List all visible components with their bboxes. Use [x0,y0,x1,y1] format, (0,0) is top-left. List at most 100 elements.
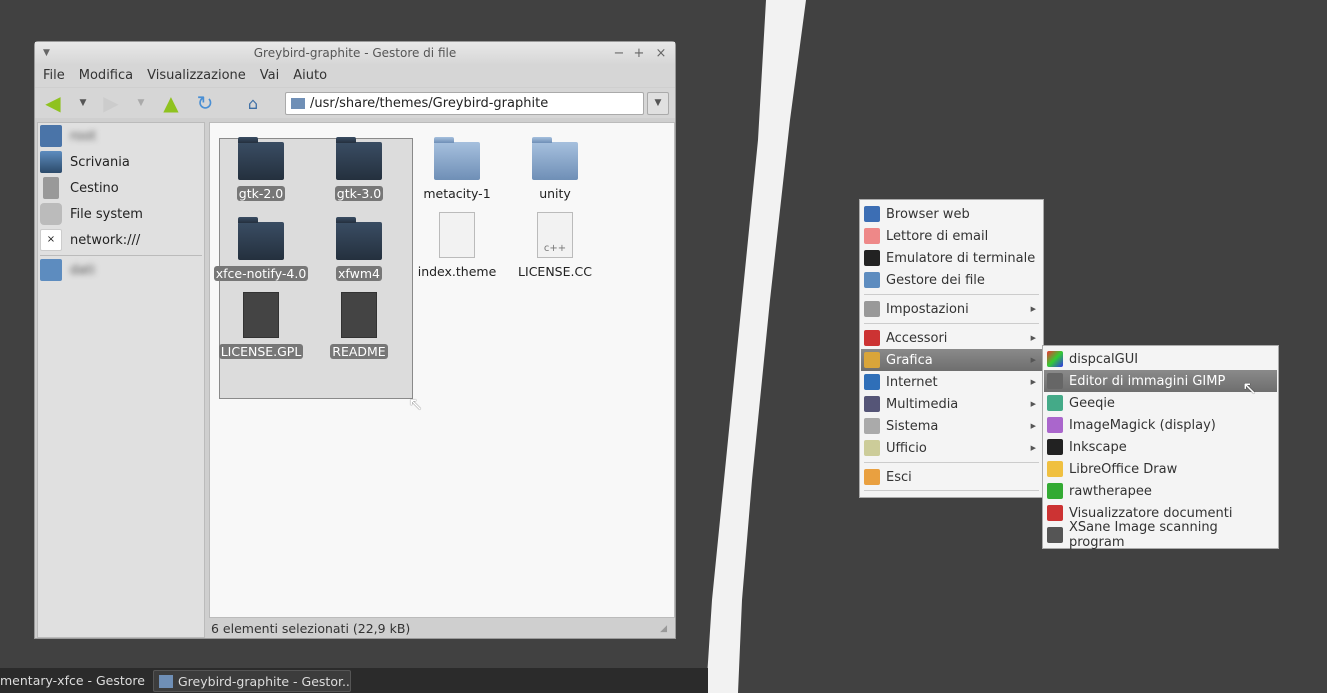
file-item[interactable]: README [310,292,408,359]
forward-history-dropdown[interactable]: ▼ [129,91,153,115]
menu-item-internet[interactable]: Internet ▶ [861,371,1042,393]
file-item[interactable]: metacity-1 [408,137,506,201]
menu-item-esci[interactable]: Esci [861,466,1042,488]
file-item[interactable]: LICENSE.GPL [212,292,310,359]
submenu-arrow-icon: ▶ [1030,400,1036,408]
menu-file[interactable]: File [43,65,73,87]
home-icon[interactable]: ⌂ [241,91,265,115]
office-icon [864,440,880,456]
globe-icon [864,206,880,222]
submenu-item-imagemagick-display-[interactable]: ImageMagick (display) [1044,414,1277,436]
menu-separator [864,462,1039,463]
location-input[interactable]: /usr/share/themes/Greybird-graphite [285,92,644,115]
file-item[interactable]: c++ LICENSE.CC [506,212,604,279]
submenu-item-rawtherapee[interactable]: rawtherapee [1044,480,1277,502]
sidebar-item-label: root [70,128,97,144]
menu-item-label: Emulatore di terminale [886,250,1036,266]
sidebar-item-label: Scrivania [70,154,130,170]
menu-item-gestore-dei-file[interactable]: Gestore dei file [861,269,1042,291]
settings-icon [864,301,880,317]
menu-item-lettore-di-email[interactable]: Lettore di email [861,225,1042,247]
sidebar-item-home[interactable]: root [40,123,96,149]
menu-go[interactable]: Vai [260,65,287,87]
location-dropdown-button[interactable]: ▼ [647,92,669,115]
taskbar-label: Greybird-graphite - Gestor... [178,674,351,689]
submenu-item-dispcalgui[interactable]: dispcalGUI [1044,348,1277,370]
sidebar-item-network[interactable]: × network:/// [40,227,140,253]
taskbar-button[interactable]: mentary-xfce - Gestore ... [0,670,150,692]
close-button[interactable]: × [653,42,669,65]
sidebar-item-label: dati [70,262,95,278]
menu-item-label: Editor di immagini GIMP [1069,373,1226,389]
minimize-button[interactable]: − [611,42,627,65]
up-arrow-icon[interactable]: ▲ [159,91,183,115]
folder-icon [238,217,284,260]
menu-item-multimedia[interactable]: Multimedia ▶ [861,393,1042,415]
menu-separator [864,323,1039,324]
file-item[interactable]: gtk-3.0 [310,137,408,201]
logout-icon [864,469,880,485]
multimedia-icon [864,396,880,412]
menu-item-label: rawtherapee [1069,483,1152,499]
menu-item-ufficio[interactable]: Ufficio ▶ [861,437,1042,459]
file-name: unity [539,186,571,201]
menu-separator [864,490,1039,491]
code-file-icon: c++ [537,212,573,258]
file-item[interactable]: unity [506,137,604,201]
mail-icon [864,228,880,244]
back-history-dropdown[interactable]: ▼ [71,91,95,115]
file-name: xfce-notify-4.0 [213,266,309,281]
file-name: LICENSE.CC [518,264,592,279]
window-menu-icon[interactable]: ▼ [43,42,50,65]
reload-icon[interactable]: ↻ [193,91,217,115]
maximize-button[interactable]: + [631,42,647,65]
folder-icon [291,98,305,109]
folder-icon [434,137,480,180]
file-item[interactable]: index.theme [408,212,506,279]
taskbar-button-active[interactable]: Greybird-graphite - Gestor... [153,670,351,692]
sidebar-item-filesystem[interactable]: File system [40,201,143,227]
submenu-item-inkscape[interactable]: Inkscape [1044,436,1277,458]
submenu-item-xsane-image-scanning-program[interactable]: XSane Image scanning program [1044,520,1277,550]
sidebar-item-desktop[interactable]: Scrivania [40,149,130,175]
back-arrow-icon[interactable]: ◀ [41,91,65,115]
grafica-submenu: dispcalGUI Editor di immagini GIMP Geeqie I… [1042,345,1279,550]
menu-item-accessori[interactable]: Accessori ▶ [861,327,1042,349]
menu-item-grafica[interactable]: Grafica ▶ [861,349,1042,371]
title-bar[interactable]: ▼ Greybird-graphite - Gestore di file − … [35,42,675,65]
menu-item-label: Gestore dei file [886,272,985,288]
menu-edit[interactable]: Modifica [79,65,141,87]
status-bar: 6 elementi selezionati (22,9 kB) ◢ [209,619,675,639]
text-file-icon [341,292,377,338]
sidebar-item-label: network:/// [70,232,141,248]
terminal-icon [864,250,880,266]
submenu-arrow-icon: ▶ [1030,378,1036,386]
menu-item-label: Esci [886,469,912,485]
menu-bar: File Modifica Visualizzazione Vai Aiuto [35,65,675,87]
menu-item-browser-web[interactable]: Browser web [861,203,1042,225]
file-item[interactable]: gtk-2.0 [212,137,310,201]
network-icon: × [40,229,62,251]
xsane-icon [1047,527,1063,543]
status-text: 6 elementi selezionati (22,9 kB) [211,621,411,636]
forward-arrow-icon[interactable]: ▶ [99,91,123,115]
menu-view[interactable]: Visualizzazione [147,65,254,87]
menu-help[interactable]: Aiuto [293,65,335,87]
menu-item-sistema[interactable]: Sistema ▶ [861,415,1042,437]
submenu-item-libreoffice-draw[interactable]: LibreOffice Draw [1044,458,1277,480]
menu-item-label: Internet [886,374,938,390]
system-icon [864,418,880,434]
submenu-arrow-icon: ▶ [1030,444,1036,452]
resize-grip[interactable]: ◢ [660,619,667,639]
menu-item-impostazioni[interactable]: Impostazioni ▶ [861,298,1042,320]
sidebar-item-volume[interactable]: dati [40,257,95,283]
menu-item-label: XSane Image scanning program [1069,520,1218,550]
trash-icon [43,177,59,199]
file-item[interactable]: xfwm4 [310,217,408,281]
sidebar-item-trash[interactable]: Cestino [40,175,119,201]
menu-item-label: Accessori [886,330,948,346]
menu-item-emulatore-di-terminale[interactable]: Emulatore di terminale [861,247,1042,269]
window-title: Greybird-graphite - Gestore di file [253,46,457,60]
file-item[interactable]: xfce-notify-4.0 [212,217,310,281]
menu-item-label: Browser web [886,206,970,222]
